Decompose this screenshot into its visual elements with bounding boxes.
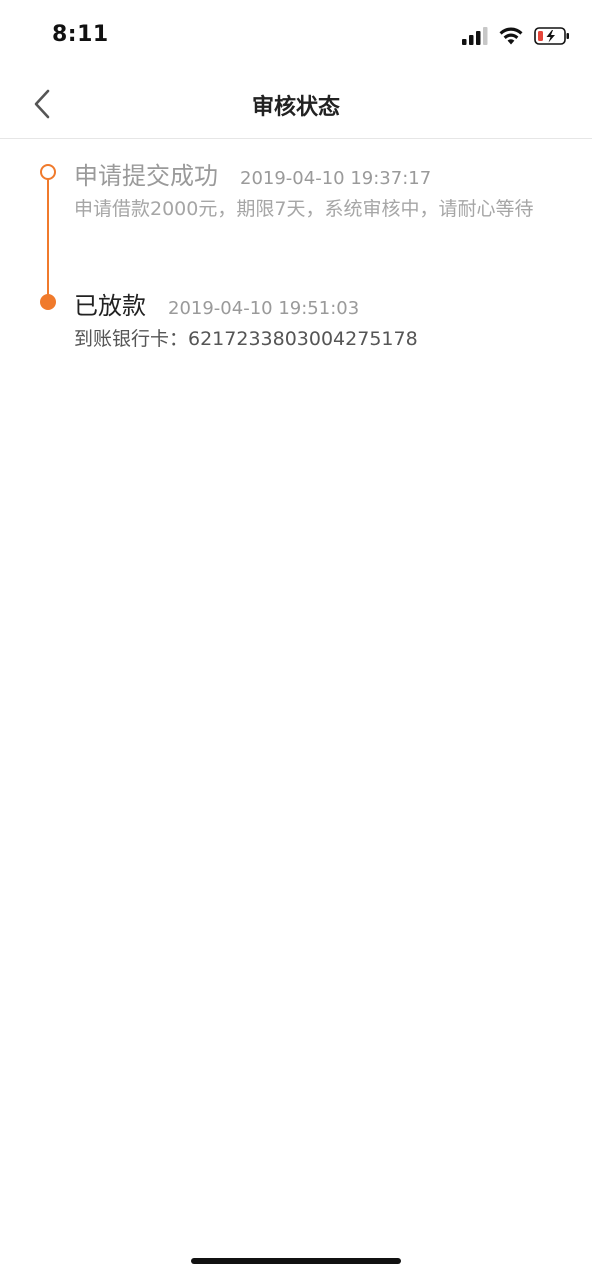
timeline-dot-filled xyxy=(40,294,56,310)
timeline-item-header: 已放款 2019-04-10 19:51:03 xyxy=(74,286,359,321)
home-indicator[interactable] xyxy=(191,1258,401,1264)
wifi-icon xyxy=(499,27,523,45)
signal-icon xyxy=(462,27,488,45)
battery-charging-icon xyxy=(534,27,569,45)
timeline-dot-hollow xyxy=(40,164,56,180)
timeline-item-header: 申请提交成功 2019-04-10 19:37:17 xyxy=(74,156,431,191)
status-icons xyxy=(462,24,570,48)
timeline-item-description: 申请借款2000元，期限7天，系统审核中，请耐心等待 xyxy=(74,198,534,220)
nav-header: 审核状态 xyxy=(0,72,592,139)
status-bar: 8:11 xyxy=(0,0,592,72)
page-title: 审核状态 xyxy=(251,95,340,120)
status-time: 8:11 xyxy=(52,22,109,47)
timeline-item-title: 申请提交成功 xyxy=(74,162,218,190)
timeline-item-time: 2019-04-10 19:37:17 xyxy=(240,168,432,189)
timeline-item-title: 已放款 xyxy=(74,292,146,320)
timeline-connector xyxy=(47,172,49,302)
timeline-item-description: 到账银行卡：6217233803004275178 xyxy=(74,328,418,350)
timeline-item-time: 2019-04-10 19:51:03 xyxy=(168,298,360,319)
